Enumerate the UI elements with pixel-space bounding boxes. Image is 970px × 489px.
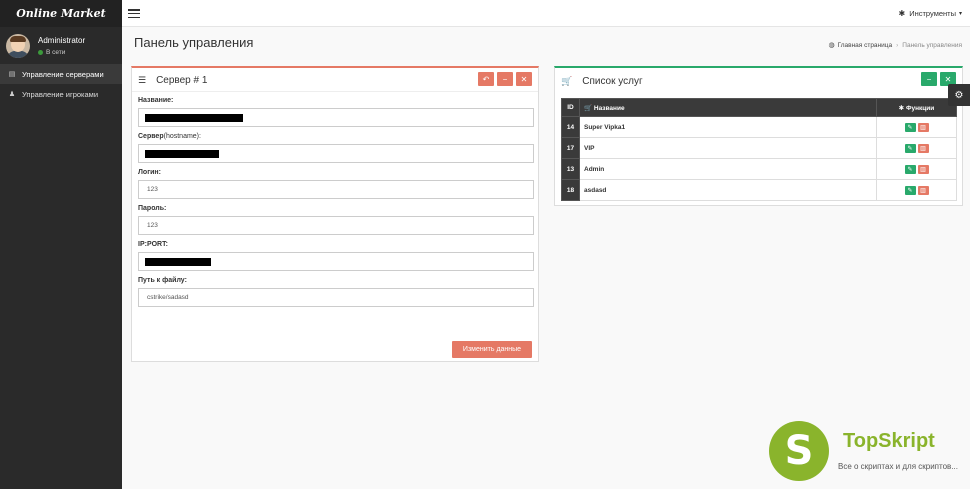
services-box-header: 🛒 Список услуг − ✕ [555, 68, 962, 92]
page-title: Панель управления [134, 35, 254, 50]
sidebar-item-label: Управление серверами [22, 69, 104, 79]
minus-icon: − [502, 74, 508, 84]
online-status-icon [38, 49, 43, 55]
menu-toggle-icon[interactable] [128, 9, 140, 18]
sidebar: Online Market Administrator В сети ▤ Упр… [0, 0, 122, 489]
name-label: Название: [138, 97, 174, 104]
settings-tab[interactable]: ⚙ [948, 84, 970, 106]
table-row: 14 Super Vipka1 ✎ ▥ [561, 116, 957, 138]
collapse-button[interactable]: − [921, 72, 937, 86]
column-header-functions: ✱ Функции [876, 98, 957, 117]
row-actions: ✎ ▥ [876, 179, 957, 201]
breadcrumb-separator: › [896, 41, 899, 49]
watermark-logo: S [769, 421, 829, 481]
user-name: Administrator [38, 35, 86, 45]
close-icon: ✕ [944, 74, 952, 84]
row-name: Super Vipka1 [579, 116, 877, 138]
edit-icon[interactable]: ✎ [904, 185, 916, 195]
watermark-subtitle: Все о скриптах и для скриптов... [838, 462, 958, 471]
host-label: Сервер(hostname): [138, 133, 201, 140]
server-box-header: ☰ Сервер # 1 ↶ − ✕ [132, 68, 538, 92]
gear-icon: ⚙ [954, 89, 964, 101]
row-actions: ✎ ▥ [876, 116, 957, 138]
sidebar-item-servers[interactable]: ▤ Управление серверами [0, 64, 122, 84]
dashboard-icon: ◍ [828, 42, 835, 49]
row-id: 14 [561, 116, 580, 138]
table-row: 17 VIP ✎ ▥ [561, 137, 957, 159]
gear-icon: ✱ [898, 104, 905, 112]
undo-icon: ↶ [482, 74, 490, 84]
name-input[interactable] [138, 108, 534, 127]
row-actions: ✎ ▥ [876, 158, 957, 180]
server-box-title: ☰ Сервер # 1 [138, 75, 207, 86]
trash-icon[interactable]: ▥ [917, 185, 929, 195]
services-box-title: 🛒 Список услуг [561, 76, 643, 87]
edit-icon[interactable]: ✎ [904, 143, 916, 153]
breadcrumb: ◍ Главная страница › Панель управления [828, 41, 962, 50]
collapse-button[interactable]: − [497, 72, 513, 86]
login-input[interactable]: 123 [138, 180, 534, 199]
ipport-input[interactable] [138, 252, 534, 271]
server-icon: ▤ [8, 71, 16, 78]
table-row: 18 asdasd ✎ ▥ [561, 179, 957, 201]
update-data-button[interactable]: Изменить данные [452, 341, 532, 358]
column-header-id: ID [561, 98, 580, 117]
cart-icon: 🛒 [584, 104, 593, 112]
password-label: Пароль: [138, 205, 167, 212]
redaction-bar [145, 258, 211, 266]
close-icon: ✕ [520, 74, 528, 84]
watermark-title: TopSkript [843, 430, 935, 452]
breadcrumb-home[interactable]: Главная страница [838, 42, 893, 49]
table-row: 13 Admin ✎ ▥ [561, 158, 957, 180]
back-button[interactable]: ↶ [478, 72, 494, 86]
services-box: 🛒 Список услуг − ✕ ID 🛒 Название ✱ Функц… [554, 66, 963, 206]
tools-label: Инструменты [909, 9, 956, 18]
trash-icon[interactable]: ▥ [917, 164, 929, 174]
services-box-title-text: Список услуг [582, 76, 643, 87]
list-icon: ☰ [138, 75, 147, 85]
user-icon: ♟ [8, 91, 16, 98]
gear-icon: ✱ [898, 9, 906, 18]
trash-icon[interactable]: ▥ [917, 143, 929, 153]
row-id: 17 [561, 137, 580, 159]
user-status: В сети [38, 49, 85, 56]
login-label: Логин: [138, 169, 161, 176]
row-id: 18 [561, 179, 580, 201]
server-box-title-text: Сервер # 1 [156, 75, 208, 86]
row-name: asdasd [579, 179, 877, 201]
column-header-name: 🛒 Название [579, 98, 877, 117]
hostname-input[interactable] [138, 144, 534, 163]
row-id: 13 [561, 158, 580, 180]
row-actions: ✎ ▥ [876, 137, 957, 159]
sidebar-item-label: Управление игроками [22, 89, 99, 99]
user-status-label: В сети [46, 48, 66, 56]
server-box: ☰ Сервер # 1 ↶ − ✕ Название: Сервер(host… [131, 66, 539, 362]
tools-dropdown[interactable]: ✱ Инструменты ▾ [899, 9, 962, 18]
topbar: ✱ Инструменты ▾ [122, 0, 970, 27]
redaction-bar [145, 150, 219, 158]
redaction-bar [145, 114, 243, 122]
breadcrumb-current: Панель управления [902, 41, 962, 49]
sidebar-item-players[interactable]: ♟ Управление игроками [0, 84, 122, 104]
edit-icon[interactable]: ✎ [904, 164, 916, 174]
close-button[interactable]: ✕ [516, 72, 532, 86]
edit-icon[interactable]: ✎ [904, 122, 916, 132]
path-label: Путь к файлу: [138, 277, 187, 284]
user-panel: Administrator В сети [0, 27, 122, 64]
path-input[interactable]: cstrike/sadasd [138, 288, 534, 307]
avatar [6, 33, 30, 58]
caret-down-icon: ▾ [958, 11, 962, 17]
cart-icon: 🛒 [561, 76, 573, 86]
ipport-label: IP:PORT: [138, 241, 168, 248]
brand-logo[interactable]: Online Market [0, 0, 122, 27]
password-input[interactable]: 123 [138, 216, 534, 235]
row-name: VIP [579, 137, 877, 159]
services-table: ID 🛒 Название ✱ Функции 14 Super Vipka1 … [561, 98, 957, 201]
trash-icon[interactable]: ▥ [917, 122, 929, 132]
row-name: Admin [579, 158, 877, 180]
minus-icon: − [926, 74, 932, 84]
